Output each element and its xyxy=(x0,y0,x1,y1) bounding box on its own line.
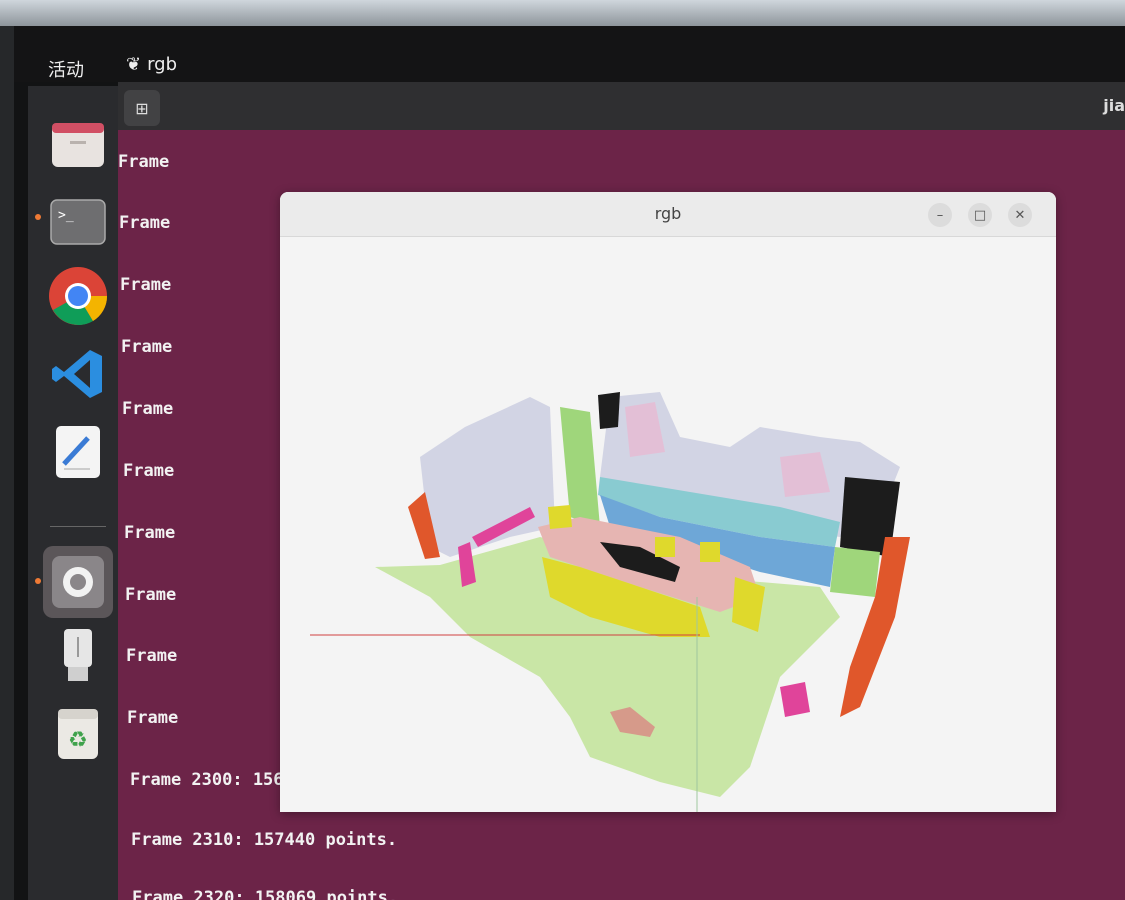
pc-black-top xyxy=(598,392,620,429)
pc-green-panel xyxy=(830,547,880,597)
activities-button[interactable]: 活动 xyxy=(48,56,84,82)
app-name: rgb xyxy=(147,54,178,75)
close-button[interactable]: ✕ xyxy=(1008,203,1032,227)
running-indicator xyxy=(35,578,41,584)
terminal-line: Frame xyxy=(123,461,175,481)
terminal-line: Frame xyxy=(122,399,174,419)
top-bar: 活动 ❦ rgb xyxy=(14,26,1125,82)
settings-icon xyxy=(52,556,104,608)
text-editor-icon xyxy=(56,426,100,478)
terminal-title: jia xyxy=(1103,96,1125,115)
new-tab-icon: ⊞ xyxy=(135,98,149,118)
running-indicator xyxy=(35,214,41,220)
rgb-viewer-window[interactable]: rgb – □ ✕ xyxy=(280,192,1056,812)
dock-item-settings[interactable] xyxy=(48,552,108,612)
terminal-window[interactable]: ⊞ jia Frame Frame Frame Frame Frame Fram… xyxy=(118,82,1125,900)
monitor-bezel-top xyxy=(0,0,1125,26)
new-tab-button[interactable]: ⊞ xyxy=(124,90,160,126)
usb-drive-icon xyxy=(64,629,92,681)
files-icon xyxy=(52,123,104,167)
app-menu[interactable]: ❦ rgb xyxy=(126,54,177,75)
chrome-icon xyxy=(49,267,108,325)
pc-chairs-back xyxy=(548,505,572,529)
terminal-line: Frame xyxy=(125,585,177,605)
pc-chair-mid xyxy=(655,537,675,557)
monitor-bezel-left xyxy=(0,26,14,900)
dock-item-terminal[interactable]: >_ xyxy=(48,192,108,252)
dock-item-usb-drive[interactable] xyxy=(48,626,108,686)
maximize-icon: □ xyxy=(973,207,987,223)
terminal-line: Frame 2320: 158069 points. xyxy=(132,888,399,900)
terminal-icon: >_ xyxy=(50,199,106,245)
svg-text:♻: ♻ xyxy=(68,728,88,753)
terminal-line: Frame xyxy=(121,337,173,357)
minimize-icon: – xyxy=(936,207,944,223)
terminal-line: Frame 2310: 157440 points. xyxy=(131,830,398,850)
point-cloud-canvas[interactable] xyxy=(280,237,1056,812)
point-cloud-render xyxy=(310,392,910,812)
dock-item-files[interactable] xyxy=(48,114,108,174)
terminal-header: ⊞ jia xyxy=(118,82,1125,130)
screen: 活动 ❦ rgb >_ ♻ ⊞ jia Frame Frame Frame Fr… xyxy=(14,26,1125,900)
maximize-button[interactable]: □ xyxy=(968,203,992,227)
close-icon: ✕ xyxy=(1014,207,1026,223)
dock-item-trash[interactable]: ♻ xyxy=(48,704,108,764)
dock-separator xyxy=(50,526,106,527)
pc-magenta-right xyxy=(780,682,810,717)
terminal-line: Frame xyxy=(119,213,171,233)
terminal-line: Frame xyxy=(126,646,178,666)
dock: >_ ♻ xyxy=(28,86,128,900)
app-icon: ❦ xyxy=(126,54,142,75)
terminal-line: Frame xyxy=(120,275,172,295)
svg-text:>_: >_ xyxy=(58,208,74,223)
dock-item-chrome[interactable] xyxy=(48,266,108,326)
terminal-line: Frame xyxy=(118,152,170,172)
trash-icon: ♻ xyxy=(58,709,98,759)
dock-item-vscode[interactable] xyxy=(48,344,108,404)
dock-item-text-editor[interactable] xyxy=(48,422,108,482)
pc-chair-mid2 xyxy=(700,542,720,562)
vscode-icon xyxy=(52,350,102,398)
terminal-line: Frame xyxy=(124,523,176,543)
minimize-button[interactable]: – xyxy=(928,203,952,227)
terminal-line: Frame xyxy=(127,708,179,728)
viewer-titlebar[interactable]: rgb – □ ✕ xyxy=(280,192,1056,237)
